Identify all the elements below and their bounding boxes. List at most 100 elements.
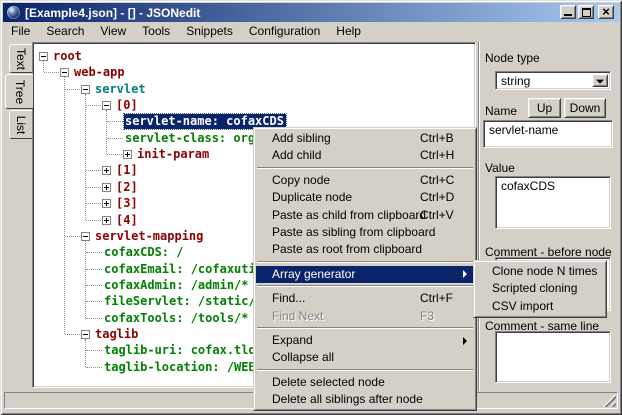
collapse-icon[interactable]: [81, 330, 90, 339]
tree-node-web-app[interactable]: web-app: [73, 65, 127, 80]
expand-icon[interactable]: [102, 199, 111, 208]
menu-item-paste-as-sibling-from-clipboard[interactable]: Paste as sibling from clipboard: [256, 224, 474, 241]
tree-node-2[interactable]: [2]: [115, 180, 140, 195]
tree-node-cofaxcds[interactable]: cofaxCDS: /: [103, 245, 185, 260]
title-bar[interactable]: [Example4.json] - [] - JSONedit: [3, 3, 619, 22]
tree-node-3[interactable]: [3]: [115, 196, 140, 211]
tree-node-cofaxtools[interactable]: cofaxTools: /tools/*: [103, 311, 251, 326]
menu-snippets[interactable]: Snippets: [178, 22, 241, 41]
window-title: [Example4.json] - [] - JSONedit: [25, 6, 200, 20]
close-button[interactable]: ×: [598, 5, 614, 19]
resize-grip-icon[interactable]: [601, 392, 616, 407]
menu-item-csv-import[interactable]: CSV import: [476, 298, 604, 315]
menu-separator: [256, 283, 474, 290]
menu-bar: FileSearchViewToolsSnippetsConfiguration…: [3, 22, 619, 41]
maximize-button[interactable]: [578, 5, 594, 19]
menu-view[interactable]: View: [92, 22, 134, 41]
node-type-value: string: [501, 74, 530, 88]
menu-configuration[interactable]: Configuration: [241, 22, 328, 41]
menu-item-label: Paste as sibling from clipboard: [272, 224, 435, 241]
menu-item-paste-as-child-from-clipboard[interactable]: Paste as child from clipboardCtrl+V: [256, 207, 474, 224]
submenu-arrow-icon: [463, 270, 467, 278]
menu-search[interactable]: Search: [38, 22, 92, 41]
menu-item-expand[interactable]: Expand: [256, 332, 474, 349]
node-type-select[interactable]: string: [495, 71, 611, 90]
app-logo-icon: [7, 6, 20, 19]
menu-item-add-child[interactable]: Add childCtrl+H: [256, 147, 474, 164]
collapse-icon[interactable]: [60, 68, 69, 77]
collapse-icon[interactable]: [102, 101, 111, 110]
value-label: Value: [485, 161, 515, 175]
tree-node-row[interactable]: root: [33, 48, 475, 64]
tree-node-1[interactable]: [1]: [115, 163, 140, 178]
menu-item-shortcut: F3: [420, 308, 434, 325]
menu-separator: [256, 367, 474, 374]
move-down-button[interactable]: Down: [564, 98, 606, 118]
menu-help[interactable]: Help: [328, 22, 369, 41]
expand-icon[interactable]: [102, 166, 111, 175]
value-field[interactable]: cofaxCDS: [495, 176, 611, 229]
menu-separator: [256, 259, 474, 266]
tree-node-servlet[interactable]: servlet: [94, 82, 148, 97]
menu-item-label: Find Next: [272, 308, 323, 325]
menu-item-clone-node-n-times[interactable]: Clone node N times: [476, 263, 604, 280]
comment-same-line-field[interactable]: [495, 331, 611, 383]
tab-text-label: Text: [14, 47, 28, 69]
tab-text[interactable]: Text: [9, 44, 32, 73]
tree-node-init-param[interactable]: init-param: [136, 147, 211, 162]
menu-item-shortcut: Ctrl+C: [420, 172, 454, 189]
tree-node-root[interactable]: root: [52, 49, 84, 64]
expand-icon[interactable]: [102, 183, 111, 192]
menu-item-scripted-cloning[interactable]: Scripted cloning: [476, 280, 604, 297]
expand-icon[interactable]: [123, 150, 132, 159]
menu-item-label: Scripted cloning: [492, 280, 577, 297]
tab-list[interactable]: List: [9, 110, 32, 139]
menu-tools[interactable]: Tools: [134, 22, 178, 41]
menu-item-label: Find...: [272, 290, 305, 307]
expand-icon[interactable]: [102, 216, 111, 225]
menu-item-array-generator[interactable]: Array generator: [256, 266, 474, 283]
minimize-button[interactable]: [560, 5, 576, 19]
menu-item-shortcut: Ctrl+V: [420, 207, 454, 224]
context-menu: Add siblingCtrl+BAdd childCtrl+H Copy nod…: [253, 127, 477, 411]
dropdown-button[interactable]: [592, 74, 608, 87]
menu-item-label: CSV import: [492, 298, 553, 315]
menu-item-label: Paste as root from clipboard: [272, 241, 422, 258]
menu-item-add-sibling[interactable]: Add siblingCtrl+B: [256, 130, 474, 147]
menu-item-delete-selected-node[interactable]: Delete selected node: [256, 374, 474, 391]
menu-file[interactable]: File: [3, 22, 38, 41]
chevron-down-icon: [596, 79, 604, 83]
menu-item-label: Duplicate node: [272, 189, 352, 206]
collapse-icon[interactable]: [39, 52, 48, 61]
menu-item-copy-node[interactable]: Copy nodeCtrl+C: [256, 172, 474, 189]
menu-item-delete-all-siblings-after-node[interactable]: Delete all siblings after node: [256, 391, 474, 408]
menu-item-duplicate-node[interactable]: Duplicate node Ctrl+D: [256, 189, 474, 206]
menu-item-label: Paste as child from clipboard: [272, 207, 426, 224]
menu-item-find-next[interactable]: Find Next F3: [256, 308, 474, 325]
menu-item-shortcut: Ctrl+D: [420, 189, 454, 206]
menu-separator: [256, 165, 474, 172]
tab-tree[interactable]: Tree: [5, 74, 33, 109]
submenu-arrow-icon: [463, 337, 467, 345]
array-generator-submenu: Clone node N timesScripted cloningCSV im…: [473, 260, 607, 318]
tree-node-cofaxadmin[interactable]: cofaxAdmin: /admin/*: [103, 278, 251, 293]
tree-node-0[interactable]: [0]: [115, 98, 140, 113]
menu-item-paste-as-root-from-clipboard[interactable]: Paste as root from clipboard: [256, 241, 474, 258]
tree-node-row[interactable]: web-app: [33, 64, 475, 80]
collapse-icon[interactable]: [81, 232, 90, 241]
tree-node-4[interactable]: [4]: [115, 213, 140, 228]
menu-separator: [256, 325, 474, 332]
tree-node-taglib-uri[interactable]: taglib-uri: cofax.tld: [103, 343, 258, 358]
tree-node-row[interactable]: [0]: [33, 97, 475, 113]
tree-node-servlet-mapping[interactable]: servlet-mapping: [94, 229, 205, 244]
name-field[interactable]: servlet-name: [483, 120, 613, 148]
menu-item-label: Delete all siblings after node: [272, 391, 423, 408]
tree-node-row[interactable]: servlet: [33, 81, 475, 97]
node-type-label: Node type: [485, 51, 540, 65]
tree-node-taglib[interactable]: taglib: [94, 327, 140, 342]
collapse-icon[interactable]: [81, 85, 90, 94]
menu-item-collapse-all[interactable]: Collapse all: [256, 349, 474, 366]
move-up-button[interactable]: Up: [528, 98, 561, 118]
menu-item-find[interactable]: Find...Ctrl+F: [256, 290, 474, 307]
tree-node-fileservlet[interactable]: fileServlet: /static/*: [103, 294, 265, 309]
